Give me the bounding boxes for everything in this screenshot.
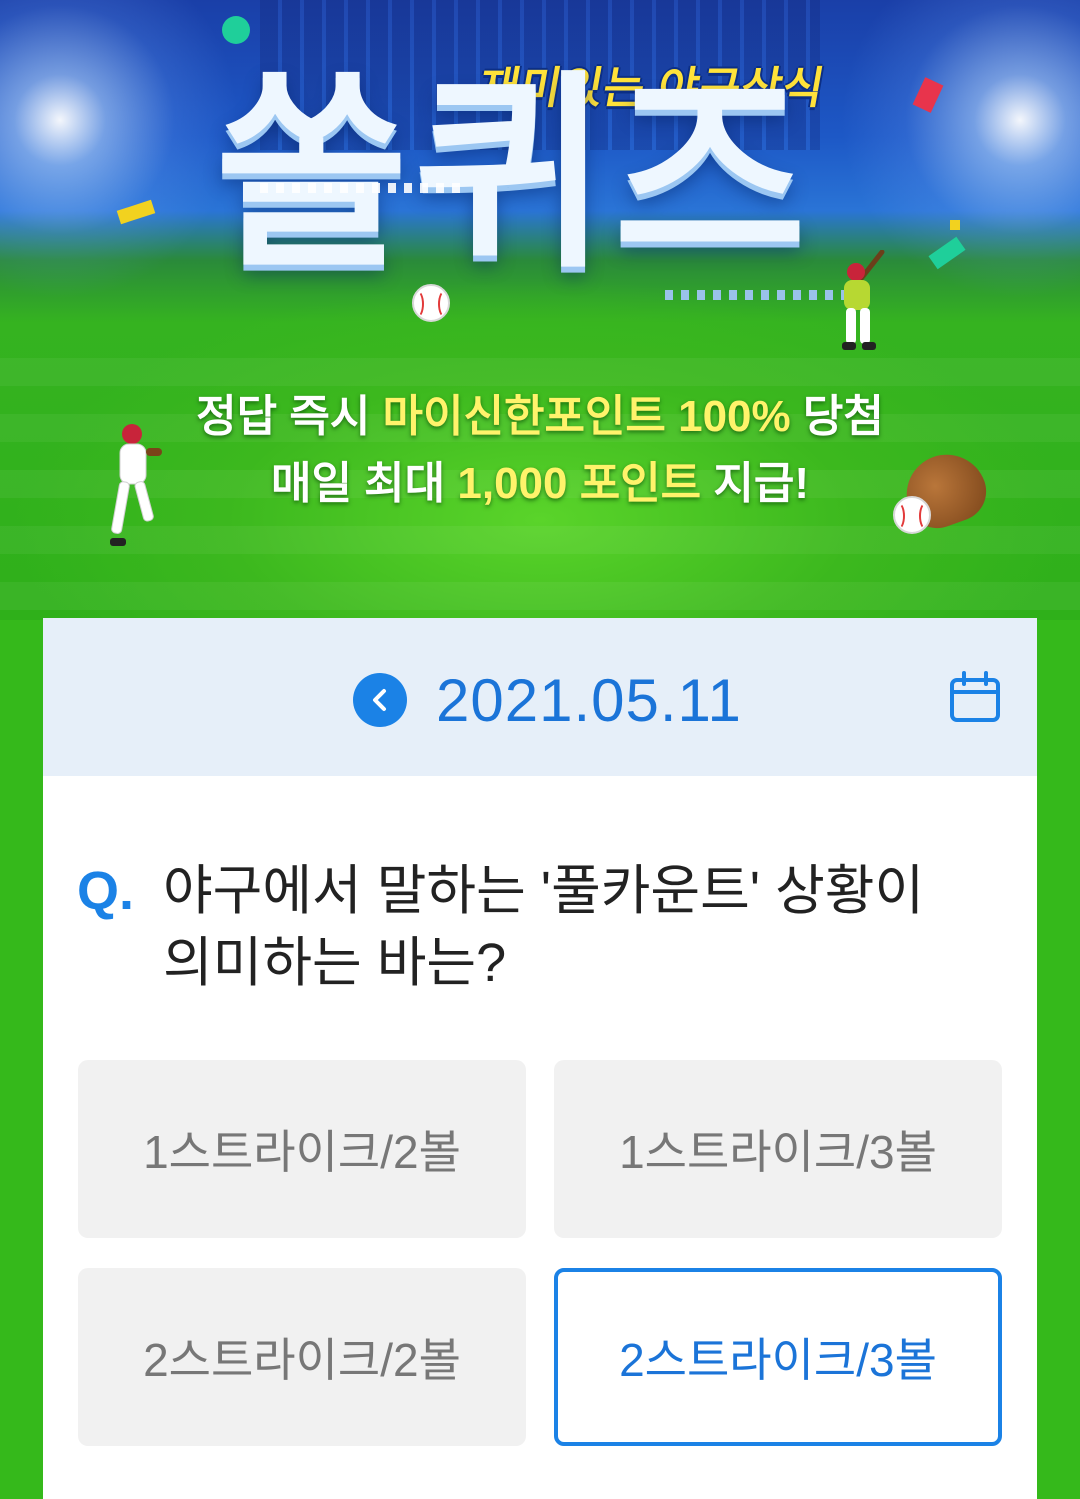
question-line-2: 의미하는 바는? bbox=[163, 933, 507, 993]
current-date: 2021.05.11 bbox=[436, 667, 742, 734]
promo-line-2-text-b: 지급! bbox=[701, 459, 809, 508]
calendar-icon[interactable] bbox=[948, 670, 1002, 724]
stadium-light-left bbox=[0, 0, 240, 300]
question-prefix: Q. bbox=[77, 861, 135, 921]
answer-option-2[interactable]: 1스트라이크/3볼 bbox=[554, 1060, 1002, 1238]
chevron-left-icon bbox=[373, 689, 386, 711]
hero-banner: 재미있는 야구상식 쏠퀴즈 정답 즉시 마이신한포인트 100% 당첨 매일 최… bbox=[0, 0, 1080, 620]
batter-illustration bbox=[842, 250, 885, 350]
baseball-icon bbox=[412, 284, 450, 322]
promo-line-2-highlight: 1,000 포인트 bbox=[457, 459, 702, 508]
answer-option-4[interactable]: 2스트라이크/3볼 bbox=[554, 1268, 1002, 1446]
logo-light-dots-2 bbox=[665, 290, 845, 300]
logo-light-dots bbox=[260, 183, 460, 193]
answer-option-3[interactable]: 2스트라이크/2볼 bbox=[78, 1268, 526, 1446]
promo-line-2-text-a: 매일 최대 bbox=[271, 459, 458, 508]
answer-option-1[interactable]: 1스트라이크/2볼 bbox=[78, 1060, 526, 1238]
previous-date-button[interactable] bbox=[353, 673, 407, 727]
promo-line-1-highlight: 마이신한포인트 100% bbox=[382, 392, 791, 441]
quiz-logo: 쏠퀴즈 bbox=[215, 57, 813, 292]
question-line-1: 야구에서 말하는 '풀카운트' 상황이 bbox=[163, 861, 925, 921]
promo-line-1: 정답 즉시 마이신한포인트 100% 당첨 bbox=[0, 380, 1080, 444]
promo-line-2: 매일 최대 1,000 포인트 지급! bbox=[0, 447, 1080, 511]
promo-line-1-text-a: 정답 즉시 bbox=[196, 392, 383, 441]
promo-line-1-text-b: 당첨 bbox=[790, 392, 884, 441]
date-navigation-bar: 2021.05.11 bbox=[43, 618, 1037, 776]
question-text: 야구에서 말하는 '풀카운트' 상황이 의미하는 바는? bbox=[163, 855, 1003, 999]
confetti-teal bbox=[222, 16, 250, 44]
confetti-yellow-2 bbox=[950, 220, 960, 230]
